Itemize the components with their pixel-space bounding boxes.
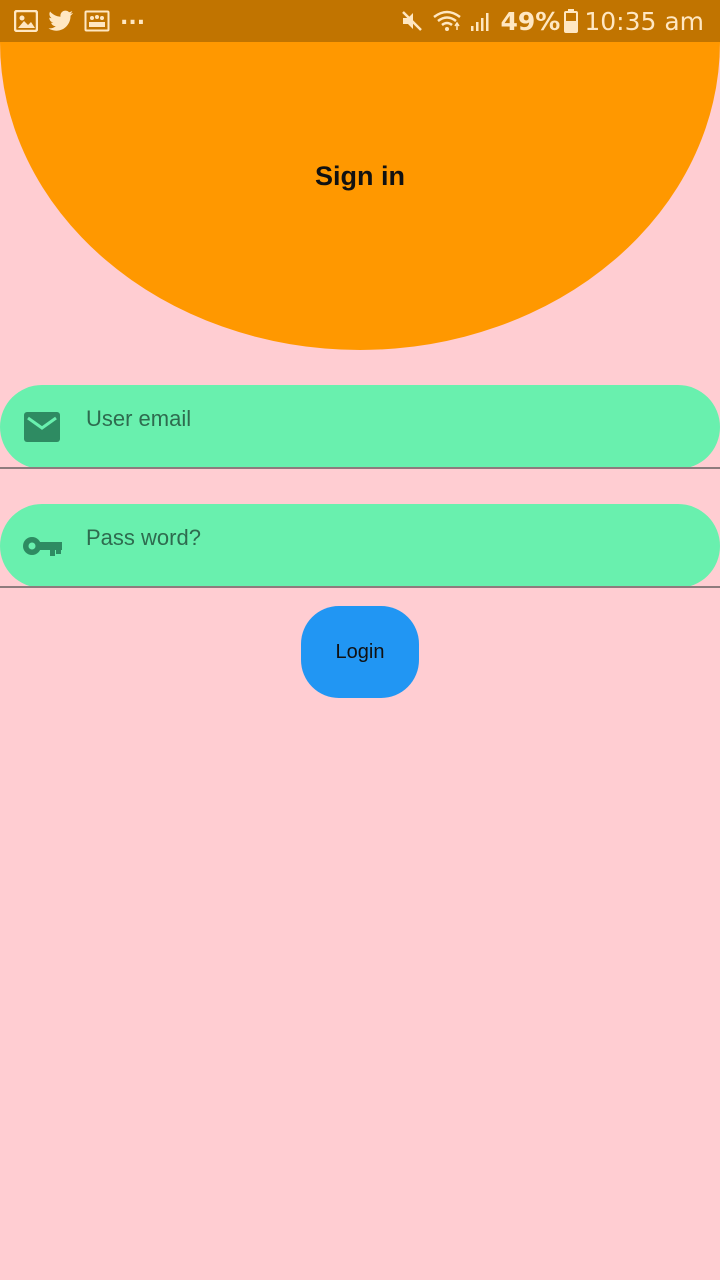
wifi-icon: [432, 9, 462, 33]
password-field[interactable]: [0, 504, 720, 588]
email-field[interactable]: [0, 385, 720, 469]
password-underline: [0, 586, 720, 588]
status-bar: ... 49% 10:35 am: [0, 0, 720, 42]
page-title: Sign in: [315, 160, 405, 191]
key-icon: [0, 535, 84, 557]
gallery-icon: [14, 10, 38, 32]
login-button[interactable]: Login: [301, 606, 419, 698]
status-right: 49% 10:35 am: [392, 7, 704, 36]
email-underline: [0, 467, 720, 469]
photo-icon: [84, 10, 110, 32]
signal-icon: [470, 10, 492, 32]
battery-icon: [564, 9, 579, 33]
header-blob: Sign in: [0, 42, 720, 350]
twitter-icon: [48, 10, 74, 32]
password-input[interactable]: [84, 524, 688, 552]
status-time: 10:35 am: [584, 6, 704, 36]
status-left: ...: [14, 5, 145, 32]
email-input[interactable]: [84, 405, 688, 433]
status-more: ...: [120, 4, 146, 30]
email-icon: [0, 412, 84, 442]
mute-icon: [400, 9, 424, 33]
battery-percent: 49%: [500, 6, 561, 36]
